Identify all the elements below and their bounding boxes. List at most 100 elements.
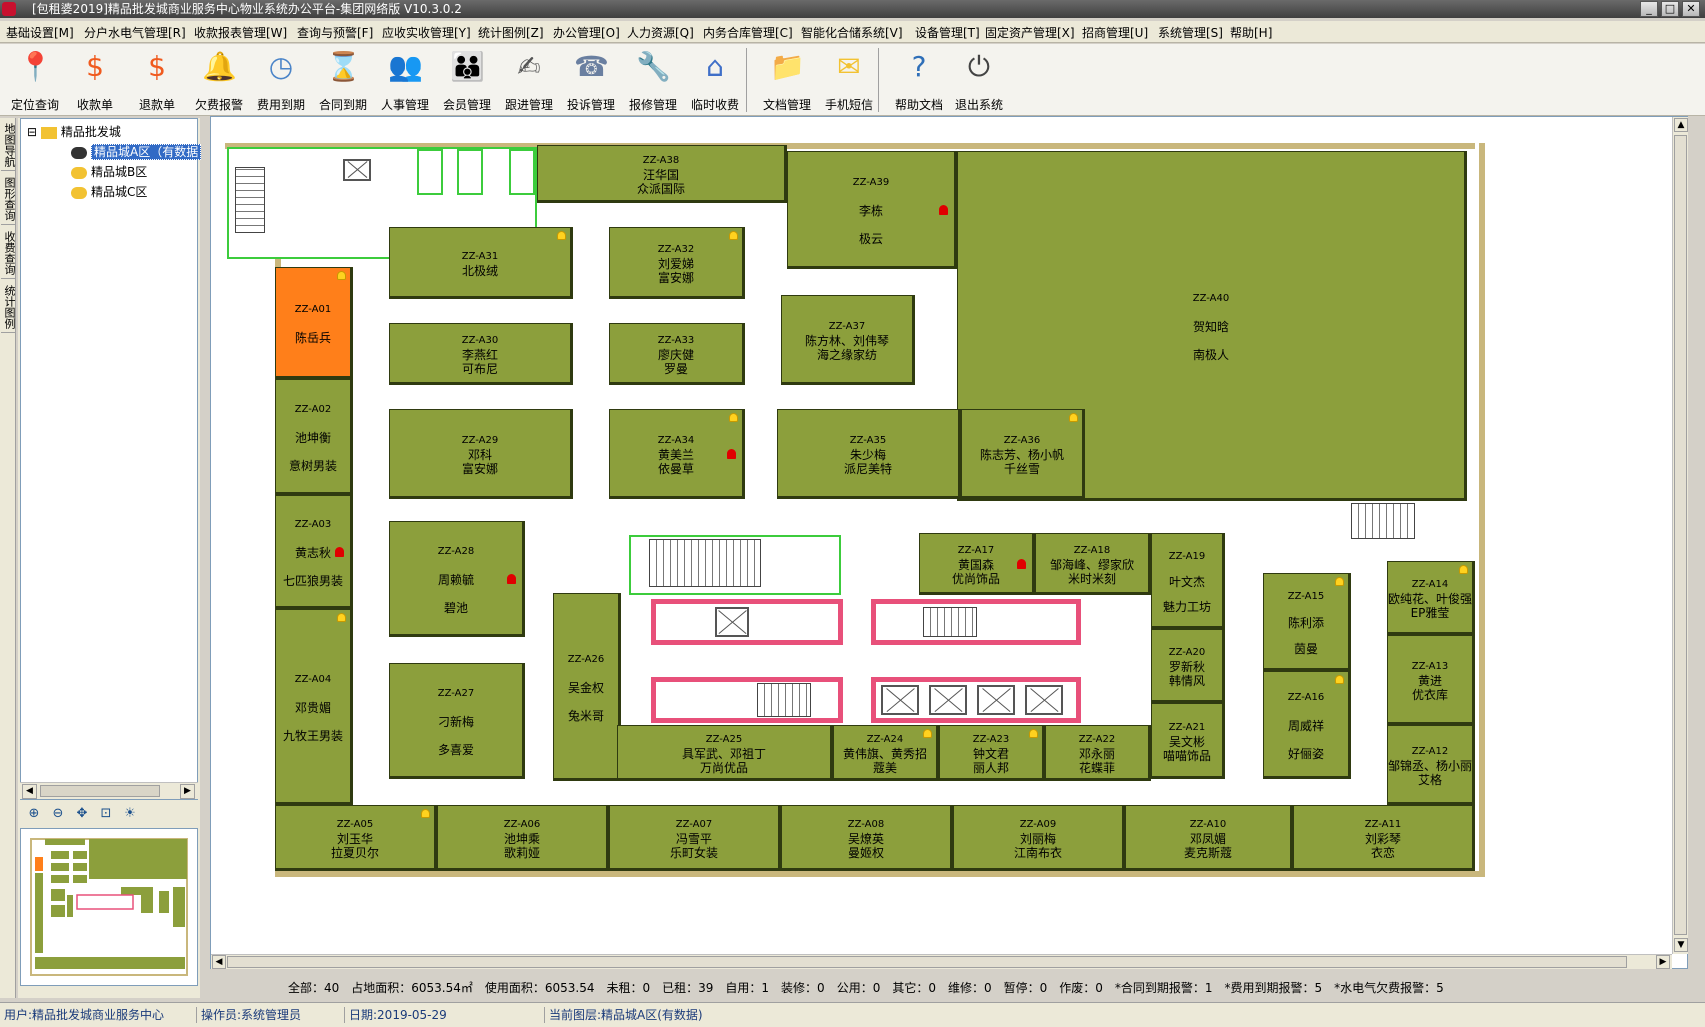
menu-item[interactable]: 招商管理[U] xyxy=(1082,24,1148,41)
shop-unit[interactable]: ZZ-A12 邹锦丞、杨小丽 艾格 xyxy=(1387,725,1475,805)
shop-unit[interactable]: ZZ-A19 叶文杰 魅力工坊 xyxy=(1151,533,1225,629)
menu-item[interactable]: 统计图例[Z] xyxy=(478,24,544,41)
toolbar-hourglass-button[interactable]: ⌛ 合同到期 xyxy=(314,48,372,112)
scroll-left-icon[interactable]: ◀ xyxy=(22,784,37,799)
shop-unit[interactable]: ZZ-A13 黄进 优衣库 xyxy=(1387,635,1475,725)
toolbar-power-button[interactable]: ⏻ 退出系统 xyxy=(950,48,1008,112)
zoom-in-icon[interactable]: ⊕ xyxy=(26,806,42,822)
shop-unit[interactable]: ZZ-A26 吴金权 兔米哥 xyxy=(553,593,621,781)
shop-unit[interactable]: ZZ-A08 吴燎英 曼姬权 xyxy=(781,805,953,871)
shop-unit[interactable]: ZZ-A23 钟文君 丽人邦 xyxy=(939,725,1045,781)
toolbar-location-pin-button[interactable]: 📍 定位查询 xyxy=(6,48,64,112)
zoom-out-icon[interactable]: ⊖ xyxy=(50,806,66,822)
toolbar-complaint-button[interactable]: ☎ 投诉管理 xyxy=(562,48,620,112)
toolbar-dollar-refund-button[interactable]: $ 退款单 xyxy=(128,48,186,112)
tree-collapse-icon[interactable]: ⊟ xyxy=(27,125,41,139)
shop-unit[interactable]: ZZ-A21 吴文彬 喵喵饰品 xyxy=(1151,703,1225,779)
menu-item[interactable]: 分户水电气管理[R] xyxy=(84,24,186,41)
map-vertical-scrollbar[interactable]: ▲ ▼ xyxy=(1672,117,1688,954)
menu-item[interactable]: 应收实收管理[Y] xyxy=(382,24,471,41)
shop-unit[interactable]: ZZ-A28 周赖毓 碧池 xyxy=(389,521,525,637)
shop-unit[interactable]: ZZ-A30 李燕红 可布尼 xyxy=(389,323,573,385)
shop-unit[interactable]: ZZ-A27 刁新梅 多喜爱 xyxy=(389,663,525,779)
tree-root[interactable]: ⊟ 精品批发城 xyxy=(27,123,121,141)
scroll-right-icon[interactable]: ▶ xyxy=(180,784,195,799)
shop-unit[interactable]: ZZ-A31 北极绒 xyxy=(389,227,573,299)
toolbar-clock-button[interactable]: ◷ 费用到期 xyxy=(252,48,310,112)
toolbar-people-button[interactable]: 👥 人事管理 xyxy=(376,48,434,112)
shop-unit[interactable]: ZZ-A14 欧纯花、叶俊强 EP雅莹 xyxy=(1387,561,1475,635)
tree-item[interactable]: 精品城C区 xyxy=(71,183,147,201)
side-tab[interactable]: 地图导航 xyxy=(1,120,16,171)
shop-unit[interactable]: ZZ-A02 池坤衡 意树男装 xyxy=(275,379,353,495)
shop-unit[interactable]: ZZ-A01 陈岳兵 xyxy=(275,267,353,379)
shop-unit[interactable]: ZZ-A35 朱少梅 派尼美特 xyxy=(777,409,961,499)
tree-item[interactable]: 精品城B区 xyxy=(71,163,147,181)
tree-horizontal-scrollbar[interactable]: ◀ ▶ xyxy=(20,782,198,799)
fit-icon[interactable]: ⊡ xyxy=(98,806,114,822)
shop-unit[interactable]: ZZ-A17 黄国森 优尚饰品 xyxy=(919,533,1035,595)
shop-unit[interactable]: ZZ-A15 陈利添 茵曼 xyxy=(1263,573,1351,671)
toolbar-folder-button[interactable]: 📁 文档管理 xyxy=(758,48,816,112)
shop-unit[interactable]: ZZ-A24 黄伟旗、黄秀招 蔻美 xyxy=(833,725,939,781)
menu-item[interactable]: 内务合库管理[C] xyxy=(703,24,793,41)
maximize-button[interactable]: □ xyxy=(1661,1,1679,17)
side-tab[interactable]: 统计图例 xyxy=(1,282,16,333)
toolbar-sms-button[interactable]: ✉ 手机短信 xyxy=(820,48,878,112)
shop-unit[interactable]: ZZ-A37 陈方林、刘伟琴 海之缘家纺 xyxy=(781,295,915,385)
minimize-button[interactable]: _ xyxy=(1640,1,1658,17)
shop-unit[interactable]: ZZ-A03 黄志秋 七匹狼男装 xyxy=(275,495,353,609)
shop-unit[interactable]: ZZ-A36 陈志芳、杨小帆 千丝雪 xyxy=(961,409,1085,499)
scroll-left-icon[interactable]: ◀ xyxy=(212,955,226,969)
shop-unit[interactable]: ZZ-A07 冯雪平 乐町女装 xyxy=(609,805,781,871)
menu-item[interactable]: 基础设置[M] xyxy=(6,24,74,41)
tree-item[interactable]: 精品城A区（有数据 xyxy=(71,143,202,161)
floor-map[interactable]: ZZ-A38 汪华国 众派国际 ZZ-A39 李栋 极云 ZZ-A40 贺知晗 南极人 ZZ-A3… xyxy=(211,117,1671,954)
scroll-down-icon[interactable]: ▼ xyxy=(1674,938,1688,952)
shop-unit[interactable]: ZZ-A22 邓永丽 花蝶菲 xyxy=(1045,725,1151,781)
shop-unit[interactable]: ZZ-A09 刘丽梅 江南布衣 xyxy=(953,805,1125,871)
shop-unit[interactable]: ZZ-A18 邹海峰、缪家欣 米时米刻 xyxy=(1035,533,1151,595)
menu-item[interactable]: 办公管理[O] xyxy=(553,24,620,41)
menu-item[interactable]: 收款报表管理[W] xyxy=(194,24,287,41)
minimap[interactable] xyxy=(20,828,198,986)
shop-unit[interactable]: ZZ-A38 汪华国 众派国际 xyxy=(537,145,787,203)
map-horizontal-scrollbar[interactable]: ◀ ▶ xyxy=(211,954,1672,969)
menu-item[interactable]: 人力资源[Q] xyxy=(627,24,694,41)
shop-unit[interactable]: ZZ-A06 池坤乘 歌莉娅 xyxy=(437,805,609,871)
menu-item[interactable]: 设备管理[T] xyxy=(915,24,980,41)
scroll-thumb[interactable] xyxy=(1674,135,1687,935)
shop-unit[interactable]: ZZ-A05 刘玉华 拉夏贝尔 xyxy=(275,805,437,871)
scroll-up-icon[interactable]: ▲ xyxy=(1674,118,1688,132)
shop-unit[interactable]: ZZ-A32 刘爱娣 富安娜 xyxy=(609,227,745,299)
menu-item[interactable]: 固定资产管理[X] xyxy=(985,24,1075,41)
scroll-thumb[interactable] xyxy=(227,956,1627,968)
pan-icon[interactable]: ✥ xyxy=(74,806,90,822)
menu-item[interactable]: 帮助[H] xyxy=(1230,24,1272,41)
shop-unit[interactable]: ZZ-A25 具军武、邓祖丁 万尚优品 xyxy=(617,725,833,781)
scroll-right-icon[interactable]: ▶ xyxy=(1656,955,1670,969)
scroll-thumb[interactable] xyxy=(40,785,160,797)
toolbar-bell-button[interactable]: 🔔 欠费报警 xyxy=(190,48,248,112)
side-tab[interactable]: 收费查询 xyxy=(1,228,16,279)
light-icon[interactable]: ☀ xyxy=(122,806,138,822)
shop-unit[interactable]: ZZ-A20 罗新秋 韩情风 xyxy=(1151,629,1225,703)
menu-item[interactable]: 系统管理[S] xyxy=(1158,24,1223,41)
toolbar-help-book-button[interactable]: ? 帮助文档 xyxy=(890,48,948,112)
toolbar-members-button[interactable]: 👪 会员管理 xyxy=(438,48,496,112)
shop-unit[interactable]: ZZ-A11 刘彩琴 衣恋 xyxy=(1293,805,1475,871)
shop-unit[interactable]: ZZ-A34 黄美兰 依曼草 xyxy=(609,409,745,499)
shop-unit[interactable]: ZZ-A04 邓贵媚 九牧王男装 xyxy=(275,609,353,805)
toolbar-repair-button[interactable]: 🔧 报修管理 xyxy=(624,48,682,112)
toolbar-dollar-refresh-button[interactable]: $ 收款单 xyxy=(66,48,124,112)
shop-unit[interactable]: ZZ-A33 廖庆健 罗曼 xyxy=(609,323,745,385)
close-button[interactable]: ✕ xyxy=(1682,1,1700,17)
menu-item[interactable]: 智能化合储系统[V] xyxy=(801,24,903,41)
side-tab[interactable]: 图形查询 xyxy=(1,174,16,225)
shop-unit[interactable]: ZZ-A39 李栋 极云 xyxy=(787,151,957,269)
shop-unit[interactable]: ZZ-A16 周威祥 好俪姿 xyxy=(1263,671,1351,779)
menu-item[interactable]: 查询与预警[F] xyxy=(297,24,373,41)
shop-unit[interactable]: ZZ-A29 邓科 富安娜 xyxy=(389,409,573,499)
shop-unit[interactable]: ZZ-A10 邓凤媚 麦克斯蔻 xyxy=(1125,805,1293,871)
toolbar-follow-up-button[interactable]: ✍ 跟进管理 xyxy=(500,48,558,112)
